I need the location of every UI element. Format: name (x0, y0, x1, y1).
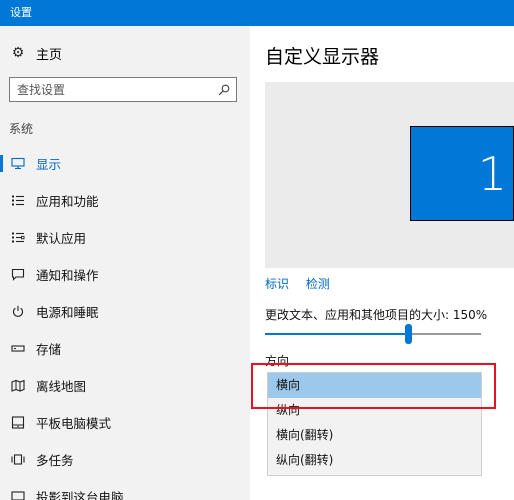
power-icon (0, 305, 36, 318)
sidebar-item-tablet-mode[interactable]: 平板电脑模式 (0, 404, 250, 441)
sidebar-item-label: 显示 (36, 157, 62, 172)
orientation-option-landscape-flipped[interactable]: 横向(翻转) (268, 423, 481, 448)
sidebar-item-label: 投影到这台电脑 (36, 490, 124, 500)
storage-icon (0, 342, 36, 355)
gear-icon: ⚙ (11, 45, 25, 61)
sidebar-item-offline-maps[interactable]: 离线地图 (0, 367, 250, 404)
detect-link[interactable]: 检测 (306, 277, 330, 291)
display-preview-area: 1 (265, 82, 514, 268)
sidebar-item-project[interactable]: 投影到这台电脑 (0, 478, 250, 500)
project-icon (0, 490, 36, 500)
sidebar-item-notifications[interactable]: 通知和操作 (0, 256, 250, 293)
tablet-icon (0, 416, 36, 429)
search-box[interactable] (9, 77, 237, 102)
slider-thumb[interactable] (404, 324, 412, 344)
map-icon (0, 379, 36, 392)
sidebar-item-label: 存储 (36, 342, 62, 357)
preview-links: 标识 检测 (265, 275, 343, 292)
monitor-icon (0, 157, 36, 170)
home-nav-item[interactable]: ⚙ 主页 (0, 40, 250, 66)
scale-label: 更改文本、应用和其他项目的大小: 150% (265, 308, 488, 322)
orientation-option-portrait-flipped[interactable]: 纵向(翻转) (268, 448, 481, 473)
section-label: 系统 (9, 122, 34, 136)
sidebar-item-label: 通知和操作 (36, 268, 99, 283)
sidebar-item-label: 平板电脑模式 (36, 416, 112, 431)
window-title: 设置 (0, 0, 514, 26)
scale-slider[interactable] (265, 322, 481, 346)
main-content: 自定义显示器 1 标识 检测 更改文本、应用和其他项目的大小: 150% 方向 … (250, 26, 514, 500)
sidebar: ⚙ 主页 系统 显示 应用和功能 默认应用 (0, 26, 250, 500)
monitor-tile[interactable]: 1 (410, 126, 514, 221)
multitask-icon (0, 453, 36, 466)
default-apps-icon (0, 231, 36, 244)
app-list-icon (0, 194, 36, 207)
red-highlight-box (251, 363, 496, 409)
sidebar-item-multitasking[interactable]: 多任务 (0, 441, 250, 478)
identify-link[interactable]: 标识 (265, 277, 289, 291)
page-title: 自定义显示器 (265, 46, 380, 68)
sidebar-nav: 显示 应用和功能 默认应用 通知和操作 电源和睡眠 存储 离线地图 平板电脑模式… (0, 145, 250, 500)
home-label: 主页 (36, 47, 63, 63)
sidebar-item-label: 多任务 (36, 453, 74, 468)
sidebar-item-display[interactable]: 显示 (0, 145, 250, 182)
sidebar-item-label: 电源和睡眠 (36, 305, 99, 320)
search-icon[interactable] (212, 78, 236, 101)
sidebar-item-apps[interactable]: 应用和功能 (0, 182, 250, 219)
notification-icon (0, 268, 36, 281)
sidebar-item-default-apps[interactable]: 默认应用 (0, 219, 250, 256)
sidebar-item-label: 应用和功能 (36, 194, 99, 209)
search-input[interactable] (10, 78, 212, 101)
slider-fill (265, 333, 408, 335)
sidebar-item-label: 离线地图 (36, 379, 87, 394)
sidebar-item-label: 默认应用 (36, 231, 87, 246)
sidebar-item-power[interactable]: 电源和睡眠 (0, 293, 250, 330)
sidebar-item-storage[interactable]: 存储 (0, 330, 250, 367)
